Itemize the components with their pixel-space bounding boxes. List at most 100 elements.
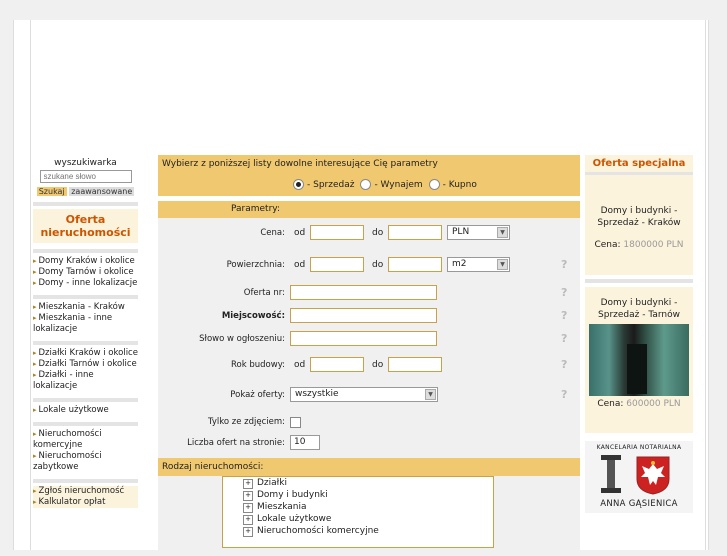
divider (33, 341, 138, 345)
menu-item-dzialki-krakow[interactable]: ▸ Działki Kraków i okolice (33, 348, 138, 359)
search-input[interactable] (39, 170, 132, 183)
show-offers-select[interactable]: wszystkie ▼ (290, 387, 438, 402)
expand-icon[interactable]: + (243, 491, 253, 501)
offer-number-label: Oferta nr: (243, 288, 285, 298)
special-offer-card[interactable]: Domy i budynki - Sprzedaż - Kraków Cena:… (585, 175, 693, 275)
menu-item-dzialki-tarnow[interactable]: ▸ Działki Tarnów i okolice (33, 359, 138, 370)
menu-item-domy-inne[interactable]: ▸ Domy - inne lokalizacje (33, 278, 138, 289)
area-from-input[interactable] (310, 257, 364, 272)
offer-title[interactable]: Domy i budynki - Sprzedaż - Kraków (587, 205, 691, 229)
menu-item-domy-krakow[interactable]: ▸ Domy Kraków i okolice (33, 256, 138, 267)
tree-item-domy[interactable]: + Domy i budynki (223, 489, 493, 501)
radio-empty-icon (428, 179, 440, 190)
year-from-label: od (294, 360, 306, 370)
bullet-icon: ▸ (33, 452, 37, 460)
divider (33, 479, 138, 483)
keyword-input[interactable] (290, 331, 437, 346)
tree-item-mieszkania[interactable]: + Mieszkania (223, 501, 493, 513)
tree-item-lokale[interactable]: + Lokale użytkowe (223, 513, 493, 525)
menu-item-zabytkowe[interactable]: ▸ Nieruchomości zabytkowe (33, 451, 138, 473)
menu-item-komercyjne[interactable]: ▸ Nieruchomości komercyjne (33, 429, 138, 451)
year-to-label: do (372, 360, 384, 370)
menu-group-special: ▸ Nieruchomości komercyjne ▸ Nieruchomości… (33, 429, 138, 473)
area-from-label: od (294, 260, 306, 270)
bullet-icon: ▸ (33, 360, 37, 368)
menu-item-mieszkania-inne[interactable]: ▸ Mieszkania - inne lokalizacje (33, 313, 138, 335)
bullet-icon: ▸ (33, 487, 37, 495)
transaction-type-radios: - Sprzedaż - Wynajem - Kupno (293, 179, 477, 190)
special-offer-card[interactable]: Domy i budynki - Sprzedaż - Tarnów Cena:… (585, 287, 693, 433)
price-from-label: od (294, 228, 306, 238)
help-icon[interactable]: ? (561, 309, 567, 322)
year-from-input[interactable] (310, 357, 364, 372)
year-label: Rok budowy: (231, 360, 285, 370)
help-icon[interactable]: ? (561, 332, 567, 345)
search-actions: Szukaj zaawansowane (33, 187, 138, 196)
offer-number-input[interactable] (290, 285, 437, 300)
photo-only-checkbox[interactable] (290, 417, 301, 428)
divider (33, 295, 138, 299)
city-input[interactable] (290, 308, 437, 323)
notary-name: ANNA GĄSIENICA (600, 499, 678, 509)
area-to-label: do (372, 260, 384, 270)
eagle-emblem-icon (636, 456, 670, 495)
help-icon[interactable]: ? (561, 358, 567, 371)
area-to-input[interactable] (388, 257, 442, 272)
menu-group-houses: ▸ Domy Kraków i okolice ▸ Domy Tarnów i ok… (33, 256, 138, 289)
per-page-input[interactable]: 10 (290, 435, 320, 450)
search-title: wyszukiwarka (54, 158, 117, 168)
bullet-icon: ▸ (33, 406, 37, 414)
params-body: Cena: od do PLN ▼ Powierzchnia: od do m2 ▼… (158, 218, 580, 458)
offer-price: Cena: 600000 PLN (597, 399, 681, 409)
divider (33, 249, 138, 253)
year-to-input[interactable] (388, 357, 442, 372)
bullet-icon: ▸ (33, 303, 37, 311)
expand-icon[interactable]: + (243, 479, 253, 489)
keyword-label: Słowo w ogłoszeniu: (199, 334, 285, 344)
bullet-icon: ▸ (33, 314, 37, 322)
menu-item-kalkulator[interactable]: ▸ Kalkulator opłat (33, 497, 138, 508)
radio-sprzedaz[interactable]: - Sprzedaż (293, 179, 354, 190)
show-offers-label: Pokaż oferty: (230, 390, 285, 400)
currency-select[interactable]: PLN ▼ (447, 225, 510, 240)
offer-price: Cena: 1800000 PLN (594, 240, 684, 250)
help-icon[interactable]: ? (561, 388, 567, 401)
notary-banner[interactable]: KANCELARIA NOTARIALNA ANNA GĄSIENICA (585, 441, 693, 513)
bullet-icon: ▸ (33, 371, 37, 379)
divider (33, 398, 138, 402)
price-from-input[interactable] (310, 225, 364, 240)
divider (585, 279, 693, 283)
menu-group-tools: ▸ Zgłoś nieruchomość ▸ Kalkulator opłat (33, 486, 138, 508)
tree-item-komercyjne[interactable]: + Nieruchomości komercyjne (223, 525, 493, 537)
expand-icon[interactable]: + (243, 503, 253, 513)
help-icon[interactable]: ? (561, 258, 567, 271)
menu-item-zglos[interactable]: ▸ Zgłoś nieruchomość (33, 486, 138, 497)
form-header: Wybierz z poniższej listy dowolne intere… (158, 155, 580, 196)
left-sidebar: wyszukiwarka Szukaj zaawansowane Oferta … (33, 155, 138, 508)
offer-title[interactable]: Domy i budynki - Sprzedaż - Tarnów (587, 297, 691, 321)
search-button[interactable]: Szukaj (36, 187, 67, 196)
expand-icon[interactable]: + (243, 527, 253, 537)
menu-item-domy-tarnow[interactable]: ▸ Domy Tarnów i okolice (33, 267, 138, 278)
menu-item-mieszkania-krakow[interactable]: ▸ Mieszkania - Kraków (33, 302, 138, 313)
offer-photo[interactable] (589, 324, 689, 396)
offer-menu-title: Oferta nieruchomości (33, 209, 138, 243)
radio-wynajem[interactable]: - Wynajem (360, 179, 423, 190)
expand-icon[interactable]: + (243, 515, 253, 525)
advanced-search-link[interactable]: zaawansowane (69, 187, 135, 196)
radio-kupno[interactable]: - Kupno (428, 179, 477, 190)
unit-select[interactable]: m2 ▼ (447, 257, 510, 272)
price-to-input[interactable] (388, 225, 442, 240)
radio-checked-icon (293, 179, 304, 190)
divider (33, 422, 138, 426)
special-offer-title: Oferta specjalna (585, 155, 693, 175)
bullet-icon: ▸ (33, 268, 37, 276)
menu-group-commercial-premises: ▸ Lokale użytkowe (33, 405, 138, 416)
city-label: Miejscowość: (221, 311, 285, 321)
help-icon[interactable]: ? (561, 286, 567, 299)
menu-item-lokale[interactable]: ▸ Lokale użytkowe (33, 405, 138, 416)
per-page-label: Liczba ofert na stronie: (187, 438, 285, 448)
menu-item-dzialki-inne[interactable]: ▸ Działki - inne lokalizacje (33, 370, 138, 392)
tree-item-dzialki[interactable]: + Działki (223, 477, 493, 489)
right-sidebar: Oferta specjalna Domy i budynki - Sprzed… (585, 155, 693, 513)
